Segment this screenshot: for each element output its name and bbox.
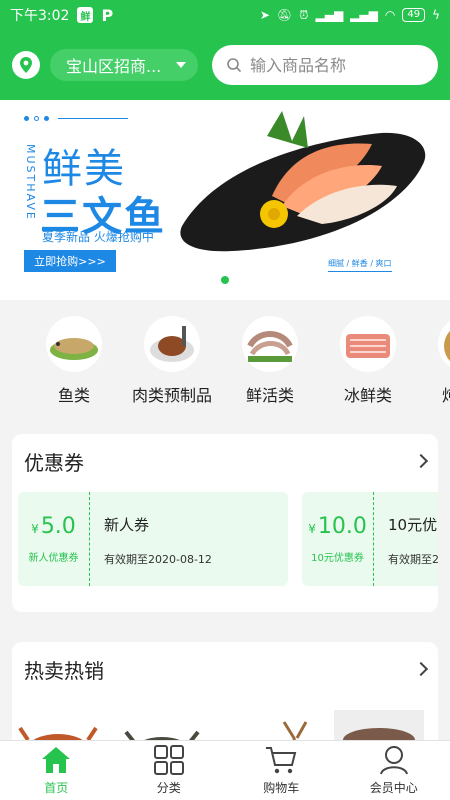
tab-category[interactable]: 分类: [113, 741, 226, 800]
signal-icon: ▂▄▆: [315, 8, 344, 22]
hot-selling-card: 热卖热销: [12, 642, 438, 750]
category-item-meat[interactable]: 肉类预制品: [123, 300, 221, 418]
coupon-tag: 新人优惠券: [28, 553, 79, 564]
chevron-down-icon: [176, 62, 186, 68]
category-item-fish[interactable]: 鱼类: [25, 300, 123, 418]
status-time: 下午3:02: [10, 8, 70, 24]
alarm-icon: ⏰︎: [299, 7, 309, 22]
category-label: 鱼类: [57, 386, 90, 405]
salmon-plate-image: [180, 111, 426, 252]
cart-icon: [266, 747, 297, 774]
search-box[interactable]: [212, 45, 438, 85]
coupons-header[interactable]: 优惠券: [12, 434, 438, 488]
stew-photo-icon: [438, 316, 450, 372]
search-input[interactable]: [250, 55, 420, 75]
coupon-amount: ¥5.0: [31, 514, 76, 539]
wifi-icon: ◠: [384, 8, 396, 22]
category-item-stew[interactable]: 炖品捞: [417, 300, 450, 418]
coupon-value: ¥10.0 10元优惠券: [302, 492, 374, 586]
banner-indicator-dot[interactable]: [221, 276, 229, 284]
tab-cart[interactable]: 购物车: [225, 741, 338, 800]
coupon-list: ¥5.0 新人优惠券 新人券 有效期至2020-08-12 ¥10.0 10元优…: [12, 488, 438, 608]
fish-photo-icon: [46, 316, 102, 372]
tab-label: 分类: [156, 781, 181, 795]
category-icon: [153, 745, 184, 775]
coupon-name: 10元优: [388, 516, 438, 534]
coupon-info: 新人券 有效期至2020-08-12: [90, 492, 212, 586]
coupon-name: 新人券: [104, 516, 150, 534]
category-item-frozen[interactable]: 冰鲜类: [319, 300, 417, 418]
location-label: 宝山区招商...: [66, 57, 162, 76]
chevron-right-icon[interactable]: [413, 453, 429, 469]
banner-section: MUSTHAVE 鲜美 三文鱼 夏季新品 火爆抢购中 立即抢购>>> 细腻 / …: [0, 100, 450, 300]
header-bar: 宝山区招商...: [0, 30, 450, 100]
location-status-icon: ➤: [259, 8, 270, 22]
category-label: 冰鲜类: [343, 386, 392, 405]
search-icon: [227, 58, 242, 73]
banner-decoration: [24, 116, 128, 121]
parking-notification-icon: P: [101, 5, 114, 25]
chevron-right-icon[interactable]: [413, 661, 429, 677]
coupon-tag: 10元优惠券: [311, 553, 364, 564]
banner-subtitle: 夏季新品 火爆抢购中: [42, 230, 154, 244]
mute-icon: 🔕︎: [276, 8, 293, 22]
home-icon: [42, 747, 71, 773]
user-icon: [379, 746, 408, 775]
tab-label: 会员中心: [369, 781, 418, 795]
tab-label: 首页: [44, 781, 69, 795]
banner-vertical-text: MUSTHAVE: [24, 144, 37, 221]
signal-icon-2: ▂▄▆: [350, 8, 378, 22]
category-item-live[interactable]: 鲜活类: [221, 300, 319, 418]
section-title: 优惠券: [24, 450, 84, 475]
coupon-info: 10元优 有效期至2: [374, 492, 438, 586]
bottom-tab-bar: 首页 分类 购物车 会员中心: [0, 740, 450, 800]
promo-banner[interactable]: MUSTHAVE 鲜美 三文鱼 夏季新品 火爆抢购中 立即抢购>>> 细腻 / …: [12, 100, 438, 290]
coupons-card: 优惠券 ¥5.0 新人优惠券 新人券 有效期至2020-08-12 ¥10.0 …: [12, 434, 438, 612]
tab-home[interactable]: 首页: [0, 741, 113, 800]
banner-tags: 细腻 / 鲜香 / 爽口: [328, 258, 392, 272]
app-notification-icon: 鲜: [77, 7, 94, 23]
coupon-value: ¥5.0 新人优惠券: [18, 492, 90, 586]
coupon-expiry: 有效期至2: [388, 553, 438, 566]
hot-selling-header[interactable]: 热卖热销: [12, 642, 438, 696]
category-label: 肉类预制品: [131, 386, 212, 405]
tab-label: 购物车: [263, 781, 300, 795]
section-title: 热卖热销: [24, 658, 104, 683]
shrimp-photo-icon: [242, 316, 298, 372]
coupon-expiry: 有效期至2020-08-12: [104, 553, 212, 566]
coupon-item[interactable]: ¥10.0 10元优惠券 10元优 有效期至2: [302, 492, 438, 586]
frozen-fish-photo-icon: [340, 316, 396, 372]
battery-icon: 49: [402, 8, 426, 22]
coupon-item[interactable]: ¥5.0 新人优惠券 新人券 有效期至2020-08-12: [18, 492, 288, 586]
location-selector[interactable]: 宝山区招商...: [50, 49, 198, 81]
meat-photo-icon: [144, 316, 200, 372]
location-pin-icon[interactable]: [12, 51, 40, 79]
coupon-amount: ¥10.0: [308, 514, 367, 539]
category-row: 鱼类 肉类预制品 鲜活类 冰鲜类 炖品捞: [0, 300, 450, 418]
tab-member[interactable]: 会员中心: [338, 741, 450, 800]
charging-icon: ϟ: [432, 8, 440, 22]
banner-buy-button[interactable]: 立即抢购>>>: [24, 250, 116, 272]
category-label: 炖品捞: [441, 386, 450, 405]
category-label: 鲜活类: [245, 386, 294, 405]
status-bar: 下午3:02 鲜 P ➤ 🔕︎ ⏰︎ ▂▄▆ ▂▄▆ ◠ 49 ϟ: [0, 0, 450, 30]
